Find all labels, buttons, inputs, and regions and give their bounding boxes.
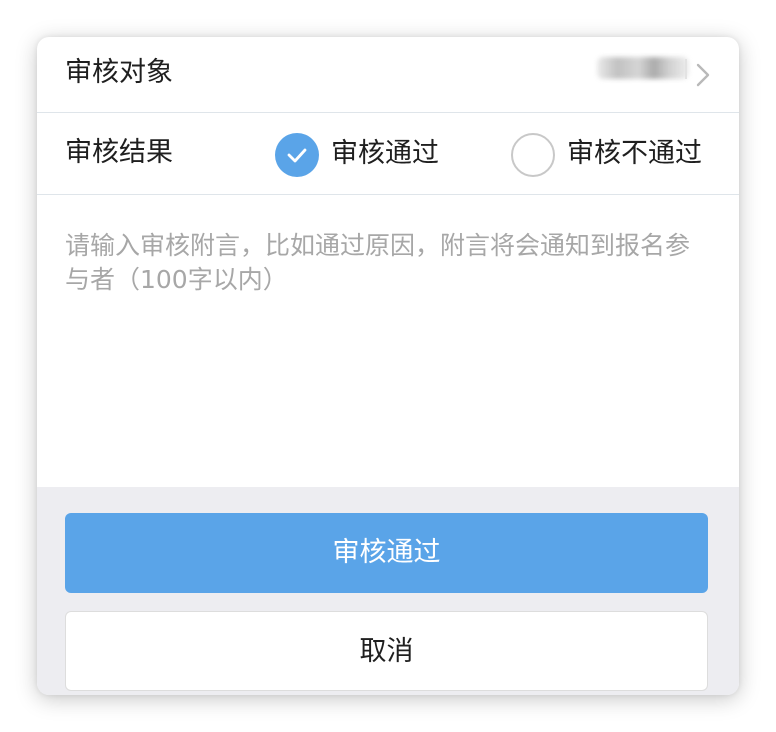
radio-reject-label: 审核不通过 — [567, 138, 702, 169]
radio-checked-circle[interactable] — [275, 133, 319, 177]
radio-unchecked-circle[interactable] — [511, 133, 555, 177]
chevron-right-icon — [696, 63, 710, 87]
review-result-row: 审核结果 审核通过 审核不通过 — [37, 113, 739, 195]
radio-reject[interactable]: 审核不通过 — [511, 133, 711, 177]
value-separator — [685, 59, 687, 79]
action-footer: 审核通过 取消 — [37, 487, 739, 695]
cancel-button[interactable]: 取消 — [65, 611, 708, 691]
radio-approve-label: 审核通过 — [331, 138, 439, 169]
review-target-row[interactable]: 审核对象 — [37, 37, 739, 113]
radio-approve[interactable]: 审核通过 — [275, 133, 445, 177]
approve-button[interactable]: 审核通过 — [65, 513, 708, 593]
review-result-label: 审核结果 — [65, 137, 173, 168]
check-icon — [287, 148, 307, 163]
review-target-label: 审核对象 — [65, 57, 173, 88]
review-memo-input[interactable] — [37, 195, 739, 487]
review-dialog: 审核对象 审核结果 审核通过 审核不通过 审核通过 取消 — [37, 37, 739, 695]
blurred-target-name — [597, 57, 689, 79]
